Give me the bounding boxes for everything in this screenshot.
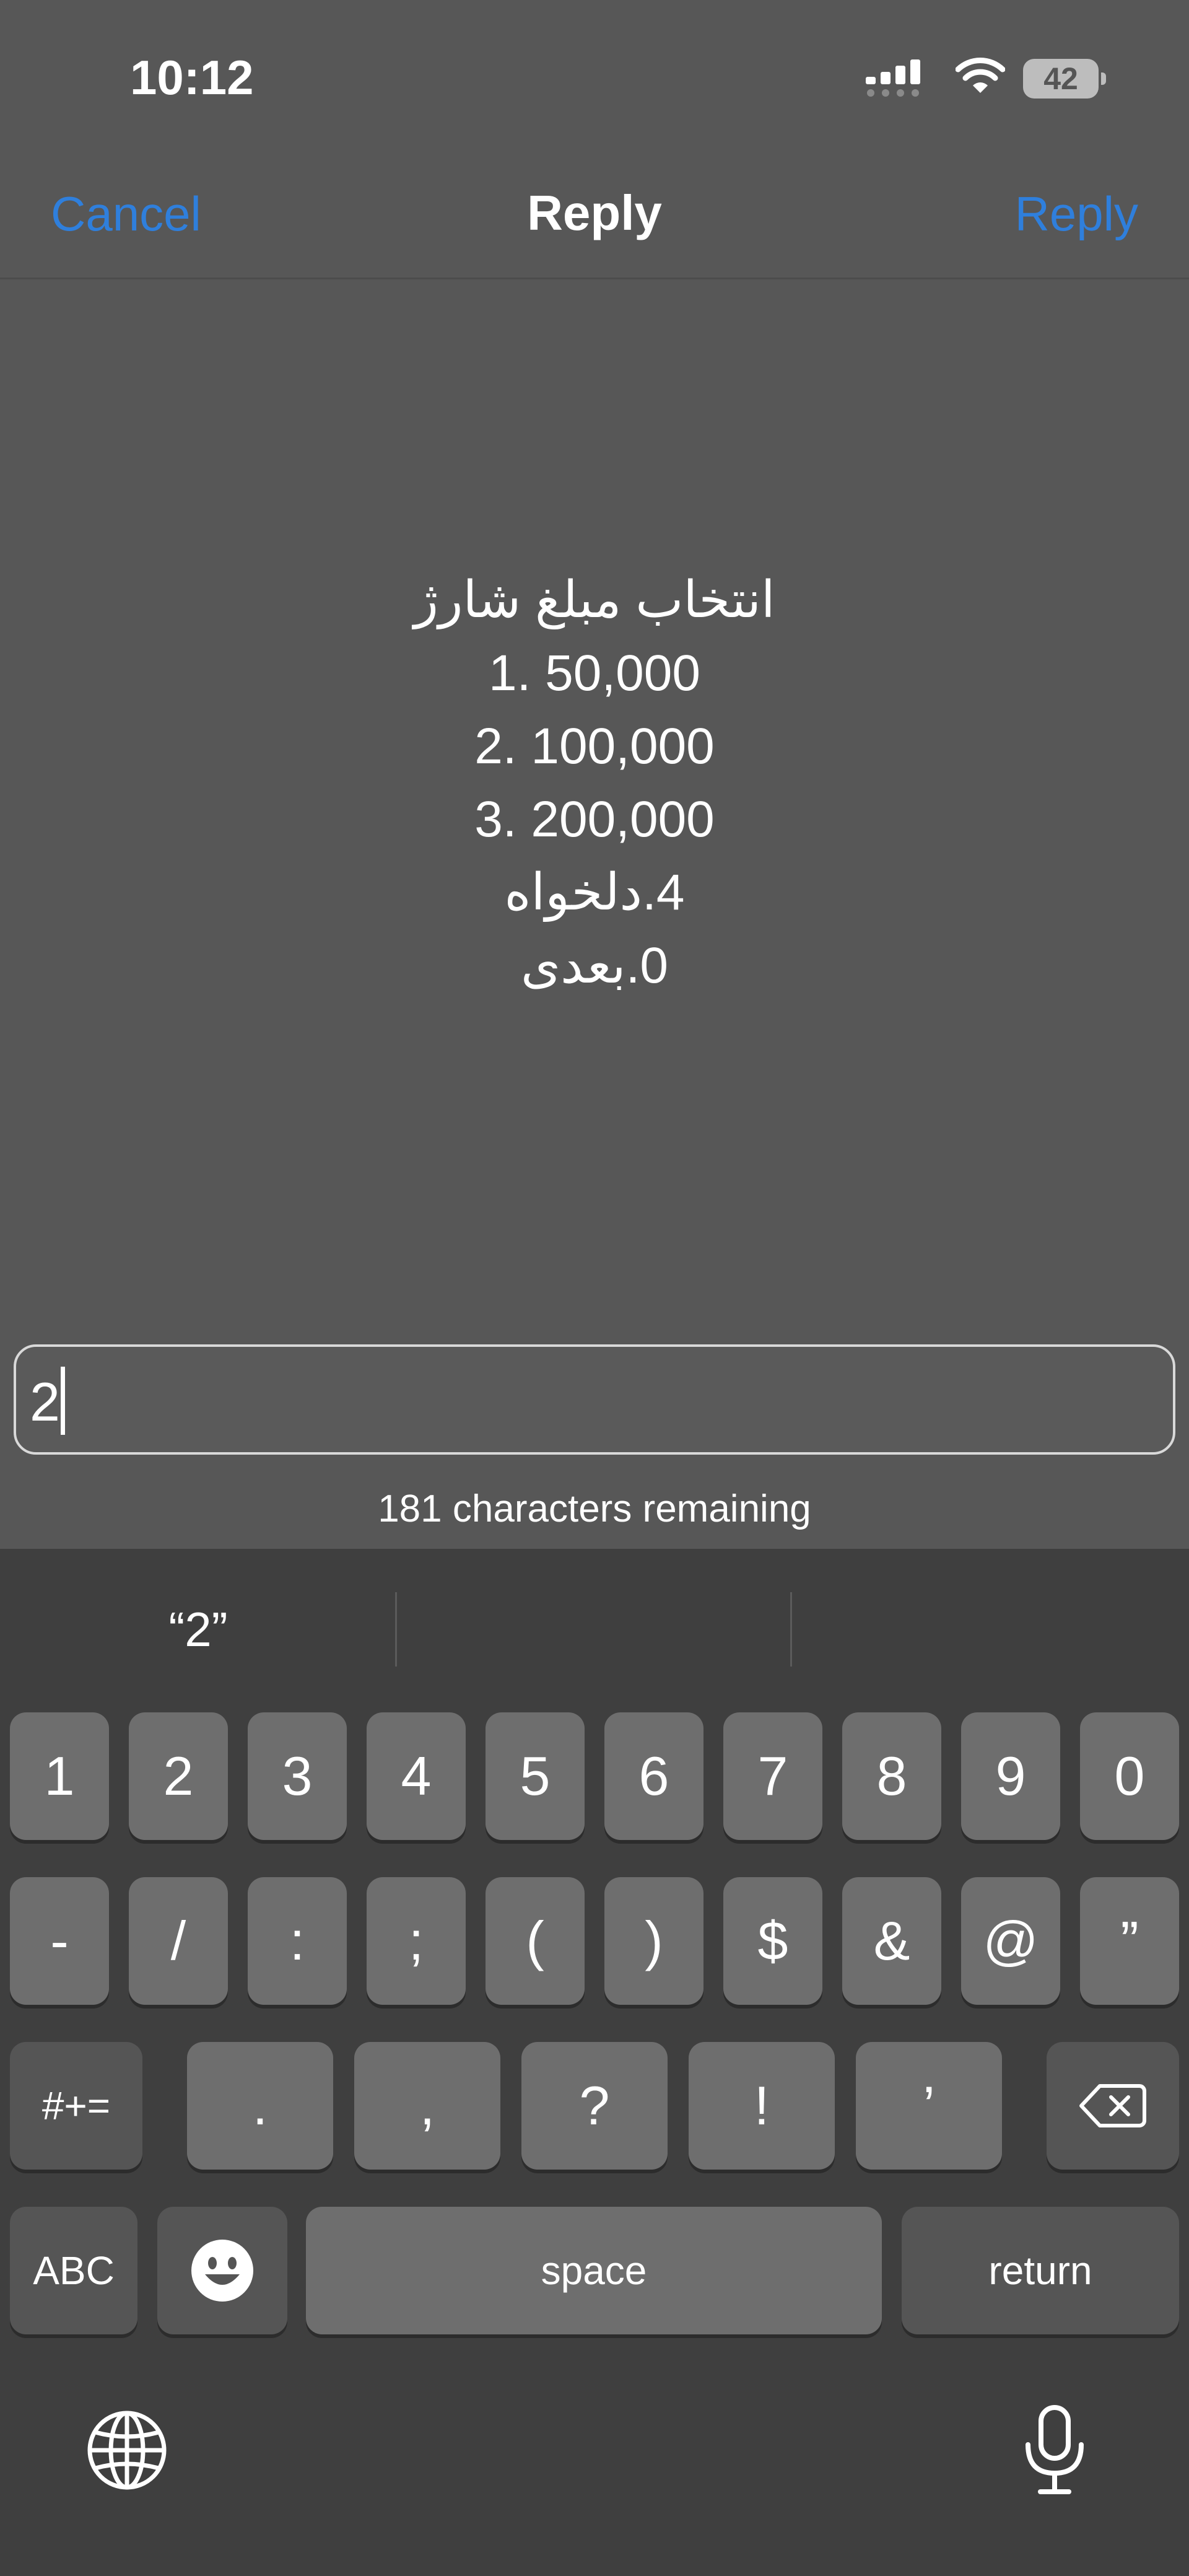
key-open-paren[interactable]: (: [486, 1877, 585, 2005]
key-3[interactable]: 3: [248, 1712, 347, 1840]
key-9[interactable]: 9: [961, 1712, 1060, 1840]
key-dollar[interactable]: $: [723, 1877, 822, 2005]
message-line: انتخاب مبلغ شارژ: [414, 572, 775, 628]
battery-icon: 42: [1023, 59, 1110, 99]
key-7[interactable]: 7: [723, 1712, 822, 1840]
suggestion-item[interactable]: “2”: [0, 1601, 396, 1658]
key-period[interactable]: .: [187, 2042, 333, 2170]
more-symbols-key[interactable]: #+=: [10, 2042, 142, 2170]
space-key[interactable]: space: [306, 2207, 882, 2334]
key-2[interactable]: 2: [129, 1712, 228, 1840]
key-6[interactable]: 6: [604, 1712, 703, 1840]
message-line: 4.دلخواه: [504, 864, 685, 921]
signal-icon: [866, 59, 920, 97]
message-line: 3. 200,000: [474, 791, 715, 848]
status-time: 10:12: [130, 50, 254, 105]
key-slash[interactable]: /: [129, 1877, 228, 2005]
key-at[interactable]: @: [961, 1877, 1060, 2005]
backspace-icon: [1079, 2084, 1146, 2127]
key-quote[interactable]: ”: [1080, 1877, 1179, 2005]
nav-divider: [0, 278, 1189, 279]
battery-level: 42: [1023, 59, 1099, 99]
message-line: 1. 50,000: [489, 645, 700, 701]
key-8[interactable]: 8: [842, 1712, 941, 1840]
key-close-paren[interactable]: ): [604, 1877, 703, 2005]
emoji-key[interactable]: [157, 2207, 287, 2334]
characters-remaining: 181 characters remaining: [378, 1487, 811, 1530]
message-line: 2. 100,000: [474, 718, 715, 774]
reply-input[interactable]: 2: [14, 1344, 1175, 1455]
page-title: Reply: [527, 185, 662, 240]
key-hyphen[interactable]: -: [10, 1877, 109, 2005]
key-apostrophe[interactable]: ’: [856, 2042, 1002, 2170]
microphone-icon[interactable]: [1021, 2404, 1089, 2497]
wifi-icon: [956, 58, 1005, 93]
reply-input-value: 2: [30, 1371, 60, 1432]
suggestion-bar: “2”: [0, 1549, 1189, 1704]
key-exclamation[interactable]: !: [689, 2042, 835, 2170]
key-5[interactable]: 5: [486, 1712, 585, 1840]
key-question[interactable]: ?: [521, 2042, 668, 2170]
globe-icon[interactable]: [87, 2410, 167, 2491]
text-caret: [61, 1367, 65, 1435]
key-semicolon[interactable]: ;: [367, 1877, 466, 2005]
key-ampersand[interactable]: &: [842, 1877, 941, 2005]
key-comma[interactable]: ,: [354, 2042, 500, 2170]
key-1[interactable]: 1: [10, 1712, 109, 1840]
key-colon[interactable]: :: [248, 1877, 347, 2005]
reply-button[interactable]: Reply: [1015, 186, 1138, 242]
delete-key[interactable]: [1047, 2042, 1179, 2170]
abc-key[interactable]: ABC: [10, 2207, 137, 2334]
return-key[interactable]: return: [902, 2207, 1179, 2334]
key-0[interactable]: 0: [1080, 1712, 1179, 1840]
message-line: 0.بعدی: [521, 937, 668, 994]
emoji-icon: [191, 2240, 253, 2302]
ussd-message: انتخاب مبلغ شارژ 1. 50,000 2. 100,000 3.…: [0, 564, 1189, 1002]
key-4[interactable]: 4: [367, 1712, 466, 1840]
